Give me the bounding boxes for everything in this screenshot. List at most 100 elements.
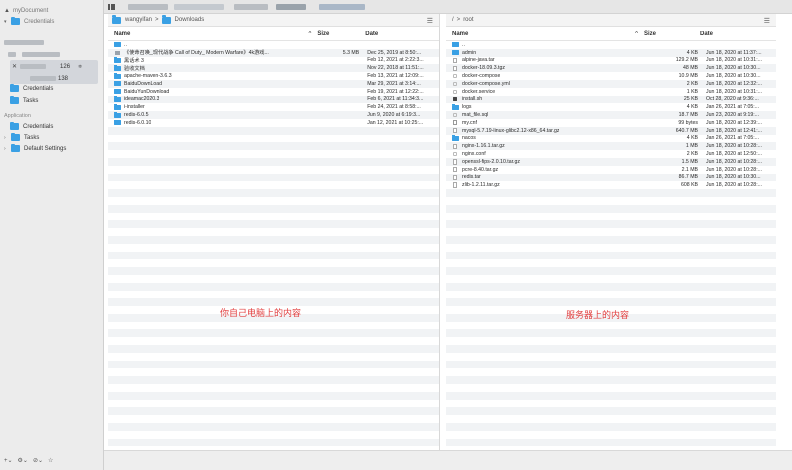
empty-row <box>108 329 439 338</box>
breadcrumb-root[interactable]: wangyifan <box>125 17 152 23</box>
sidebar-item-label: Tasks <box>24 134 40 141</box>
empty-row <box>108 353 439 361</box>
table-row[interactable]: mysql-5.7.19-linux-glibc2.12-x86_64.tar.… <box>446 126 776 135</box>
sidebar-item-app-credentials[interactable]: Credentials <box>10 121 53 131</box>
file-name: nginx-1.16.1.tar.gz <box>462 143 505 150</box>
table-row[interactable]: alpine-java.tar 129.2 MB Jun 18, 2020 at 1… <box>446 57 776 65</box>
gear-icon[interactable]: ⚙⌄ <box>18 457 28 464</box>
column-date[interactable]: Date <box>355 31 439 37</box>
column-size[interactable]: Size <box>315 31 355 37</box>
table-row[interactable]: 《使命召唤_现代战争 Call of Duty_ Modern Warfare》… <box>108 48 439 57</box>
table-row[interactable]: nginx.conf 2 KB Jun 18, 2020 at 12:50:... <box>446 150 776 158</box>
table-row[interactable]: mat_file.sql 18.7 MB Jun 23, 2020 at 9:19:… <box>446 111 776 119</box>
folder-icon <box>112 15 121 24</box>
table-row[interactable]: .. <box>446 41 776 49</box>
file-size: 10.9 MB <box>678 73 698 80</box>
column-date[interactable]: Date <box>698 31 776 37</box>
file-date: Oct 28, 2020 at 9:36:... <box>706 96 759 103</box>
table-row[interactable]: redis-6.0.5 Jun 9, 2020 at 6:19:3... <box>108 111 439 119</box>
row-name: redis-6.0.10 <box>108 119 315 126</box>
column-name[interactable]: Name ^ <box>108 31 315 37</box>
annotation-remote: 服务器上的内容 <box>566 310 630 320</box>
table-row[interactable]: .. <box>108 41 439 49</box>
table-row[interactable]: docker-18.09.3.tgz 48 MB Jun 18, 2020 at 1… <box>446 64 776 73</box>
empty-row <box>446 329 776 338</box>
sidebar-item-credentials[interactable]: Credentials <box>10 83 53 93</box>
sidebar-host-item[interactable] <box>4 50 60 59</box>
empty-row <box>108 337 439 345</box>
row-name: alpine-java.tar <box>446 57 642 63</box>
file-name: my.cnf <box>462 119 477 126</box>
file-date: Feb 13, 2021 at 12:09:... <box>367 73 424 80</box>
table-row[interactable]: redis-6.0.10 Jan 12, 2021 at 10:25:... <box>108 119 439 127</box>
breadcrumb-root[interactable]: / <box>452 17 454 23</box>
file-date: Jun 18, 2020 at 10:31:... <box>706 88 762 95</box>
sidebar-item-tasks[interactable]: Tasks <box>10 95 38 105</box>
workspace-header[interactable]: ▲ myDocument <box>4 6 48 15</box>
status-bar <box>104 450 792 470</box>
column-name[interactable]: Name ^ <box>446 31 642 37</box>
file-size: 4 KB <box>686 49 698 56</box>
folder-icon <box>10 83 19 92</box>
table-row[interactable]: pcre-8.40.tar.gz 2.1 MB Jun 18, 2020 at 10… <box>446 166 776 174</box>
add-icon[interactable]: +⌄ <box>4 457 13 464</box>
tab-blurred[interactable] <box>174 4 224 10</box>
column-size[interactable]: Size <box>642 31 698 37</box>
list-menu-icon[interactable]: ☰ <box>764 17 770 25</box>
empty-row <box>108 135 439 143</box>
table-row[interactable]: BaiduDownLoad Mar 29, 2021 at 3:14:... <box>108 79 439 88</box>
tab-blurred[interactable] <box>319 4 365 10</box>
table-row[interactable]: docker.service 1 KB Jun 18, 2020 at 10:31:… <box>446 88 776 96</box>
file-date: Jun 18, 2020 at 12:41:... <box>706 127 762 134</box>
table-row[interactable]: nacos 4 KB Jan 26, 2021 at 7:05:... <box>446 135 776 143</box>
row-name: ideamac2020.3 <box>108 96 315 102</box>
table-row[interactable]: admin 4 KB Jun 18, 2020 at 11:37:... <box>446 48 776 57</box>
sidebar-host-item[interactable] <box>4 38 44 47</box>
star-icon[interactable]: ☆ <box>48 457 53 464</box>
file-name: nacos <box>462 135 476 142</box>
grid-icon[interactable] <box>108 4 115 10</box>
breadcrumb-current[interactable]: Downloads <box>175 17 205 23</box>
file-name: alpine-java.tar <box>462 57 495 64</box>
empty-row <box>108 213 439 221</box>
file-size: 2 KB <box>686 151 698 158</box>
breadcrumb-sep: > <box>456 17 461 23</box>
file-icon <box>453 57 457 64</box>
sidebar-host-item-selected[interactable]: ✕ 126 ≑ <box>12 62 82 71</box>
row-name: install.sh <box>446 96 642 102</box>
table-row[interactable]: nginx-1.16.1.tar.gz 1 MB Jun 18, 2020 at 1… <box>446 142 776 151</box>
table-row[interactable]: zlib-1.2.11.tar.gz 608 KB Jun 18, 2020 at … <box>446 181 776 189</box>
table-row[interactable]: 黑话术 3 Feb 12, 2021 at 2:22:3... <box>108 56 439 65</box>
breadcrumb-current[interactable]: root <box>463 17 473 23</box>
file-icon <box>453 174 457 181</box>
row-name: redis.tar <box>446 174 642 180</box>
sidebar-item-default-settings[interactable]: › Default Settings <box>4 143 66 153</box>
file-name: 《使命召唤_现代战争 Call of Duty_ Modern Warfare》… <box>124 50 269 57</box>
sidebar-group-credentials[interactable]: ▾ Credentials <box>4 16 54 26</box>
file-date: Jan 26, 2021 at 7:05:... <box>706 135 760 142</box>
table-row[interactable]: my.cnf 99 bytes Jun 18, 2020 at 12:39:... <box>446 119 776 127</box>
table-row[interactable]: i-installer Feb 24, 2021 at 8:58:... <box>108 103 439 111</box>
table-row[interactable]: 验收文档 Nov 22, 2018 at 11:51:... <box>108 64 439 73</box>
sidebar-host-sub: 138 <box>30 74 68 83</box>
file-name: .. <box>462 41 465 48</box>
table-row[interactable]: logs 4 KB Jan 26, 2021 at 7:05:... <box>446 103 776 111</box>
file-size: 608 KB <box>680 182 698 189</box>
table-row[interactable]: docker-compose 10.9 MB Jun 18, 2020 at 10:… <box>446 72 776 80</box>
row-name: apache-maven-3.6.3 <box>108 73 315 79</box>
list-menu-icon[interactable]: ☰ <box>427 17 433 25</box>
table-row[interactable]: apache-maven-3.6.3 Feb 13, 2021 at 12:09:… <box>108 72 439 80</box>
table-row[interactable]: openssl-fips-2.0.10.tar.gz 1.5 MB Jun 18, … <box>446 157 776 166</box>
tab-blurred[interactable] <box>276 4 306 10</box>
file-date: Jun 18, 2020 at 12:50:... <box>706 151 762 158</box>
table-row[interactable]: BaiduYunDownload Feb 19, 2021 at 12:22:..… <box>108 88 439 96</box>
tab-blurred[interactable] <box>234 4 268 10</box>
table-row[interactable]: ideamac2020.3 Feb 6, 2021 at 11:34:3... <box>108 95 439 104</box>
sidebar-item-app-tasks[interactable]: › Tasks <box>4 132 40 142</box>
table-row[interactable]: install.sh 25 KB Oct 28, 2020 at 9:36:... <box>446 95 776 104</box>
sync-icon[interactable]: ⊘⌄ <box>33 457 43 464</box>
table-row[interactable]: redis.tar 86.7 MB Jun 18, 2020 at 10:30... <box>446 173 776 182</box>
table-row[interactable]: docker-compose.yml 2 KB Jun 18, 2020 at 12… <box>446 79 776 88</box>
file-name: ideamac2020.3 <box>124 96 160 103</box>
tab-blurred[interactable] <box>128 4 168 10</box>
